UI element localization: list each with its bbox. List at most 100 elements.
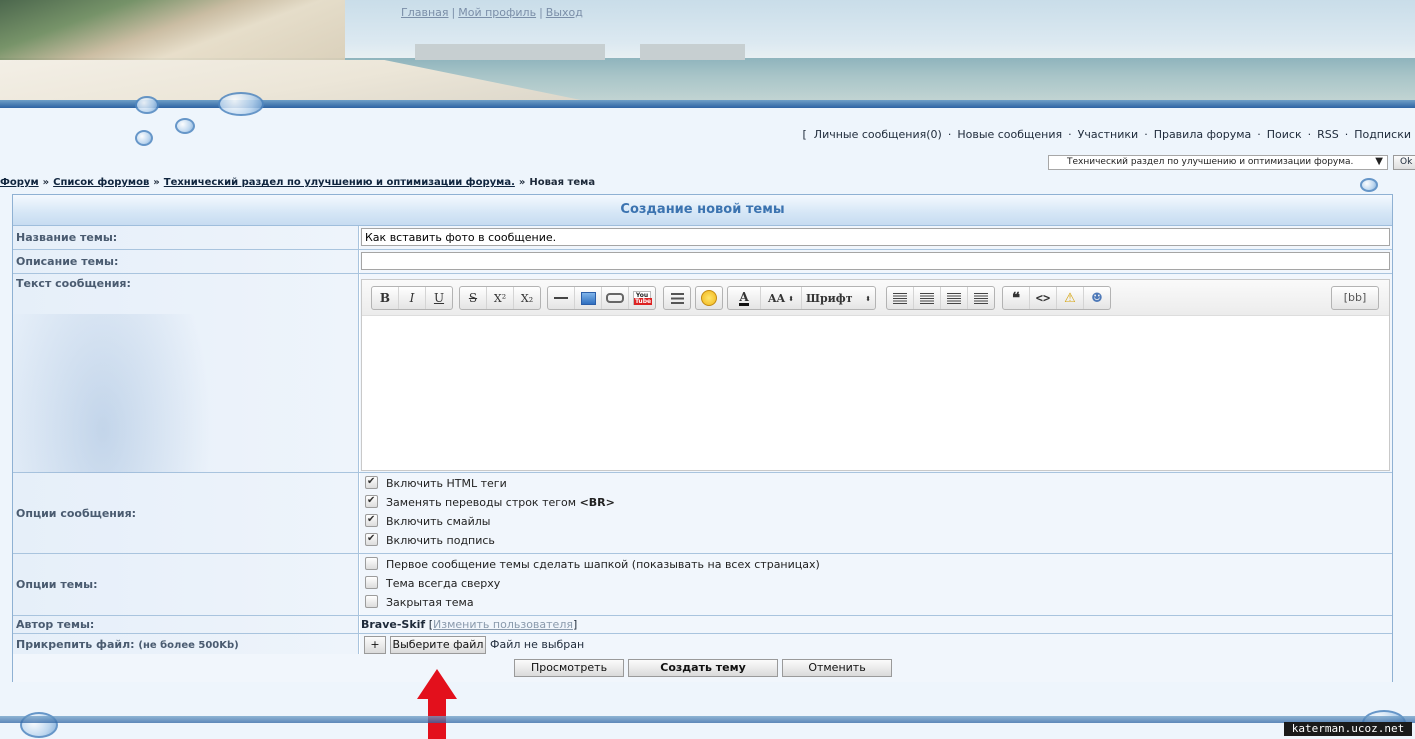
code-button[interactable]: <> — [1029, 287, 1056, 309]
align-right-icon — [947, 292, 961, 304]
attach-label: Прикрепить файл: (не более 500Kb) — [13, 634, 359, 655]
topic-name-row: Название темы: — [13, 226, 1392, 250]
spoiler-icon: ⚠ — [1064, 290, 1076, 306]
link-icon — [606, 293, 624, 303]
youtube-button[interactable]: You Tube — [628, 287, 655, 309]
align-right-button[interactable] — [940, 287, 967, 309]
choose-file-button[interactable]: Выберите файл — [390, 636, 486, 654]
horizontal-rule-button[interactable] — [548, 287, 574, 309]
smiley-button[interactable] — [696, 287, 722, 309]
bubble-decoration — [175, 118, 195, 134]
underline-button[interactable]: U — [425, 287, 452, 309]
option-signature[interactable]: Включить подпись — [365, 531, 495, 549]
image-icon — [580, 291, 596, 305]
hide-button[interactable]: ☻ — [1083, 287, 1110, 309]
author-label: Автор темы: — [13, 616, 359, 633]
nav-logout-link[interactable]: Выход — [546, 6, 583, 19]
option-sticky[interactable]: Тема всегда сверху — [365, 576, 500, 592]
banner-palms — [0, 0, 345, 70]
user-hide-icon: ☻ — [1091, 290, 1103, 306]
option-html[interactable]: Включить HTML теги — [365, 474, 507, 492]
preview-button[interactable]: Просмотреть — [514, 659, 624, 677]
bubble-decoration — [135, 130, 153, 146]
message-label: Текст сообщения: — [13, 274, 359, 644]
justify-button[interactable] — [967, 287, 994, 309]
spoiler-button[interactable]: ⚠ — [1056, 287, 1083, 309]
menu-subscriptions[interactable]: Подписки — [1354, 128, 1411, 141]
hr-icon — [554, 297, 568, 299]
menu-forum-rules[interactable]: Правила форума — [1154, 128, 1252, 141]
bottom-water-line — [0, 716, 1415, 723]
topic-desc-input[interactable] — [361, 252, 1390, 270]
checkbox-sticky[interactable] — [365, 576, 378, 589]
change-user-link[interactable]: Изменить пользователя — [433, 618, 573, 631]
bbcode-toggle-button[interactable]: [bb] — [1331, 286, 1379, 310]
updown-icon: ⬍ — [788, 293, 794, 303]
option-smilies[interactable]: Включить смайлы — [365, 512, 490, 530]
no-file-text: Файл не выбран — [490, 638, 585, 651]
subscript-button[interactable]: X₂ — [513, 287, 540, 309]
font-color-icon: A — [739, 289, 749, 306]
italic-button[interactable]: I — [398, 287, 425, 309]
image-button[interactable] — [574, 287, 601, 309]
nav-profile-link[interactable]: Мой профиль — [458, 6, 536, 19]
create-topic-button[interactable]: Создать тему — [628, 659, 778, 677]
menu-members[interactable]: Участники — [1078, 128, 1139, 141]
checkbox-smilies[interactable] — [365, 512, 378, 528]
align-left-button[interactable] — [887, 287, 913, 309]
checkbox-signature[interactable] — [365, 531, 378, 547]
banner-city — [415, 44, 605, 60]
updown-icon: ⬍ — [865, 293, 871, 303]
superscript-button[interactable]: X² — [486, 287, 513, 309]
forum-jump-ok-button[interactable]: Ok — [1393, 155, 1415, 170]
banner-city-far — [640, 44, 745, 60]
menu-search[interactable]: Поиск — [1267, 128, 1302, 141]
new-topic-form: Создание новой темы Название темы: Описа… — [12, 194, 1393, 682]
attach-note: (не более 500Kb) — [138, 640, 239, 651]
topic-options-label: Опции темы: — [13, 554, 359, 615]
option-pin-first-post[interactable]: Первое сообщение темы сделать шапкой (по… — [365, 557, 820, 573]
checkbox-pin-first-post[interactable] — [365, 557, 378, 570]
link-button[interactable] — [601, 287, 628, 309]
arrow-shape — [417, 669, 457, 739]
font-size-select[interactable]: AA ⬍ — [760, 287, 801, 309]
bubble-decoration — [135, 96, 159, 114]
bold-button[interactable]: B — [372, 287, 398, 309]
attach-row: Прикрепить файл: (не более 500Kb) + Выбе… — [13, 634, 1392, 655]
font-family-select[interactable]: Шрифт ⬍ — [801, 287, 875, 309]
option-closed[interactable]: Закрытая тема — [365, 595, 474, 611]
menu-rss[interactable]: RSS — [1317, 128, 1339, 141]
cancel-button[interactable]: Отменить — [782, 659, 892, 677]
list-button[interactable] — [664, 287, 690, 309]
message-textarea[interactable] — [362, 316, 1389, 470]
align-center-button[interactable] — [913, 287, 940, 309]
menu-private-messages[interactable]: Личные сообщения(0) — [814, 128, 942, 141]
checkbox-html[interactable] — [365, 474, 378, 490]
quote-button[interactable]: ❝ — [1003, 287, 1029, 309]
author-name: Brave-Skif — [361, 618, 426, 631]
message-options-row: Опции сообщения: Включить HTML теги Заме… — [13, 473, 1392, 554]
forum-jump-value: Технический раздел по улучшению и оптими… — [1067, 157, 1354, 167]
form-title: Создание новой темы — [13, 195, 1392, 226]
topic-options-row: Опции темы: Первое сообщение темы сделат… — [13, 554, 1392, 616]
youtube-icon: You Tube — [633, 291, 653, 305]
checkbox-closed[interactable] — [365, 595, 378, 608]
strikethrough-button[interactable]: S — [460, 287, 486, 309]
editor-toolbar: B I U S X² X₂ You Tube A AA ⬍ Шрифт ⬍ ❝ … — [362, 280, 1389, 316]
add-attachment-button[interactable]: + — [364, 636, 386, 654]
breadcrumb-current: Новая тема — [529, 177, 596, 188]
breadcrumb-section[interactable]: Технический раздел по улучшению и оптими… — [164, 177, 515, 188]
font-color-button[interactable]: A — [728, 287, 760, 309]
breadcrumb-forum-list[interactable]: Список форумов — [53, 177, 149, 188]
topic-name-label: Название темы: — [13, 226, 359, 249]
header-banner — [0, 0, 1415, 108]
forum-jump-select[interactable]: Технический раздел по улучшению и оптими… — [1048, 155, 1388, 170]
breadcrumb-forum[interactable]: Форум — [0, 177, 39, 188]
form-actions: Просмотреть Создать тему Отменить — [13, 654, 1392, 682]
topic-desc-row: Описание темы: — [13, 250, 1392, 274]
menu-new-messages[interactable]: Новые сообщения — [957, 128, 1062, 141]
option-br[interactable]: Заменять переводы строк тегом <BR> — [365, 493, 615, 511]
nav-home-link[interactable]: Главная — [401, 6, 449, 19]
checkbox-br[interactable] — [365, 493, 378, 509]
topic-name-input[interactable] — [361, 228, 1390, 246]
